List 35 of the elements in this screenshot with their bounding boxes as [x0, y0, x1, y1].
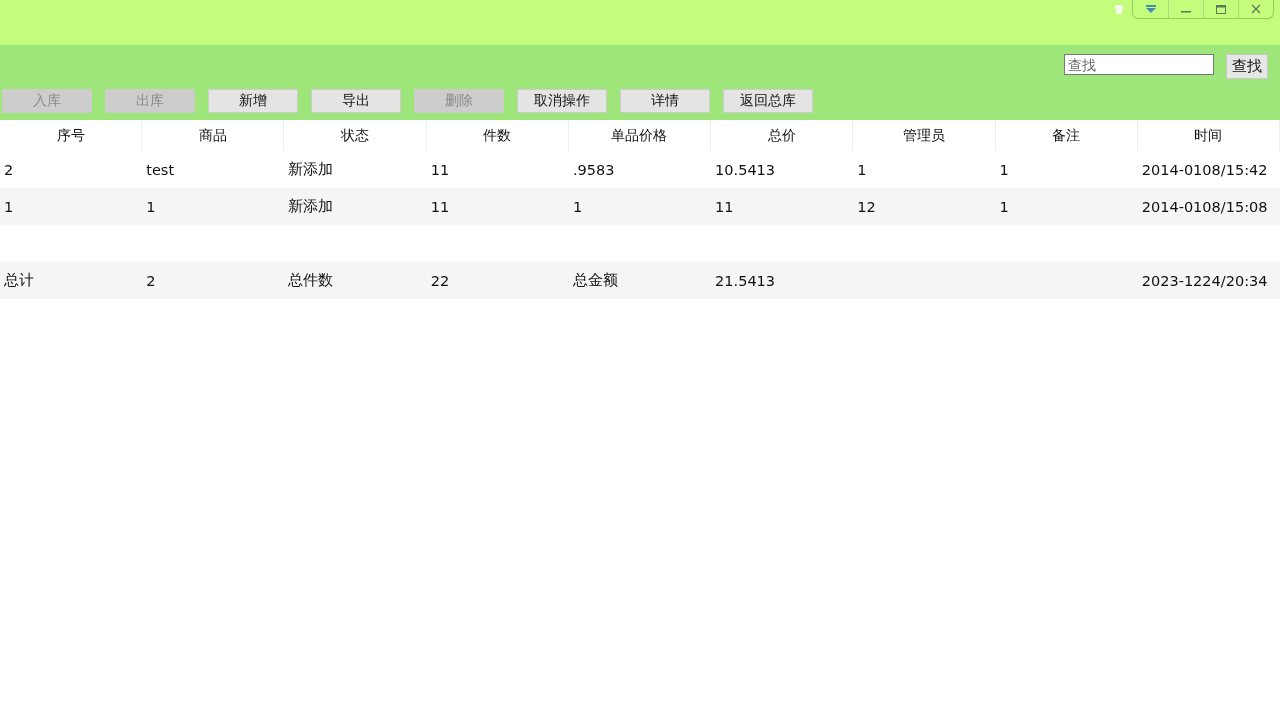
table-cell: 总件数	[288, 271, 334, 290]
table-cell: 2023-1224/20:34	[1141, 272, 1268, 289]
table-cell: 1	[572, 198, 583, 215]
table-cell: test	[146, 161, 175, 178]
toolbar-button[interactable]: 导出	[311, 89, 401, 113]
table-cell: 新添加	[288, 197, 334, 216]
table-cell: 1	[4, 198, 14, 215]
table-cell: 10.5413	[715, 161, 776, 178]
close-icon[interactable]	[1251, 4, 1261, 14]
table-cell: 新添加	[288, 160, 334, 179]
table-cell: 1	[146, 198, 156, 215]
dropdown-icon[interactable]	[1145, 5, 1156, 13]
table-cell: 2	[146, 272, 156, 289]
table-cell: 22	[430, 272, 450, 289]
table-cell: 2014-0108/15:42	[1141, 161, 1268, 178]
table-cell: 2	[4, 161, 14, 178]
search-field[interactable]: 查找	[1064, 54, 1214, 75]
toolbar-button[interactable]: 详情	[620, 89, 710, 113]
table-cell: 1	[999, 198, 1009, 215]
search-button[interactable]: 查找	[1226, 54, 1268, 79]
table-cell: 11	[715, 198, 734, 215]
table-cell: .9583	[572, 161, 615, 178]
toolbar-button[interactable]: 取消操作	[517, 89, 607, 113]
table-cell: 11	[430, 198, 450, 215]
table-cell: 总计	[4, 271, 34, 290]
table-cell: 21.5413	[715, 272, 776, 289]
table-cell: 2014-0108/15:08	[1141, 198, 1268, 215]
table-cell: 12	[857, 198, 876, 215]
table-cell: 11	[430, 161, 450, 178]
table-cell: 总金额	[572, 271, 618, 290]
toolbar-button[interactable]: 新增	[208, 89, 298, 113]
toolbar-button[interactable]: 返回总库	[723, 89, 813, 113]
maximize-icon[interactable]	[1216, 4, 1226, 14]
table-cell: 1	[999, 161, 1009, 178]
table-cell: 1	[857, 161, 867, 178]
